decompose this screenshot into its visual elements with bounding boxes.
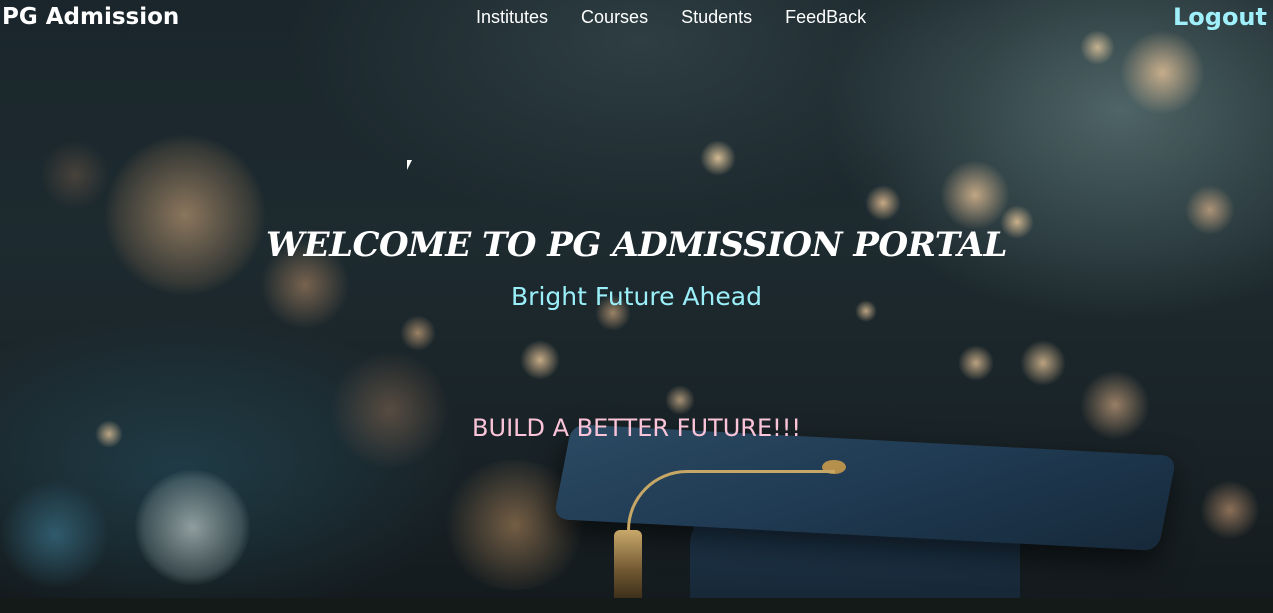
- bokeh-light: [940, 160, 1010, 230]
- logout-button[interactable]: Logout: [1173, 3, 1267, 31]
- tassel: [614, 530, 642, 598]
- bokeh-light: [1020, 340, 1066, 386]
- bokeh-light: [400, 315, 436, 351]
- bokeh-light: [330, 350, 450, 470]
- bokeh-light: [40, 140, 110, 210]
- nav-link-students[interactable]: Students: [681, 7, 752, 28]
- bottom-strip: [0, 598, 1273, 613]
- hero-title: WELCOME TO PG ADMISSION PORTAL: [265, 225, 1008, 265]
- hero-subtitle: Bright Future Ahead: [511, 282, 762, 311]
- hero-tagline: BUILD A BETTER FUTURE!!!: [472, 414, 801, 442]
- page: PG Admission Institutes Courses Students…: [0, 0, 1273, 613]
- nav-links: Institutes Courses Students FeedBack: [476, 7, 899, 28]
- brand-logo[interactable]: PG Admission: [2, 4, 179, 30]
- bokeh-light: [1120, 30, 1205, 115]
- bokeh-light: [958, 345, 994, 381]
- bokeh-light: [700, 140, 736, 176]
- nav-link-courses[interactable]: Courses: [581, 7, 648, 28]
- bokeh-light: [520, 340, 560, 380]
- bokeh-light: [865, 185, 901, 221]
- mouse-cursor-icon: [407, 160, 412, 170]
- bokeh-light: [1200, 480, 1260, 540]
- bokeh-light: [105, 135, 265, 295]
- nav-link-feedback[interactable]: FeedBack: [785, 7, 866, 28]
- tassel-cord: [627, 470, 835, 543]
- bokeh-light: [665, 385, 695, 415]
- navbar: PG Admission Institutes Courses Students…: [0, 0, 1273, 40]
- bokeh-light: [135, 470, 250, 585]
- bokeh-light: [0, 480, 110, 590]
- nav-link-institutes[interactable]: Institutes: [476, 7, 548, 28]
